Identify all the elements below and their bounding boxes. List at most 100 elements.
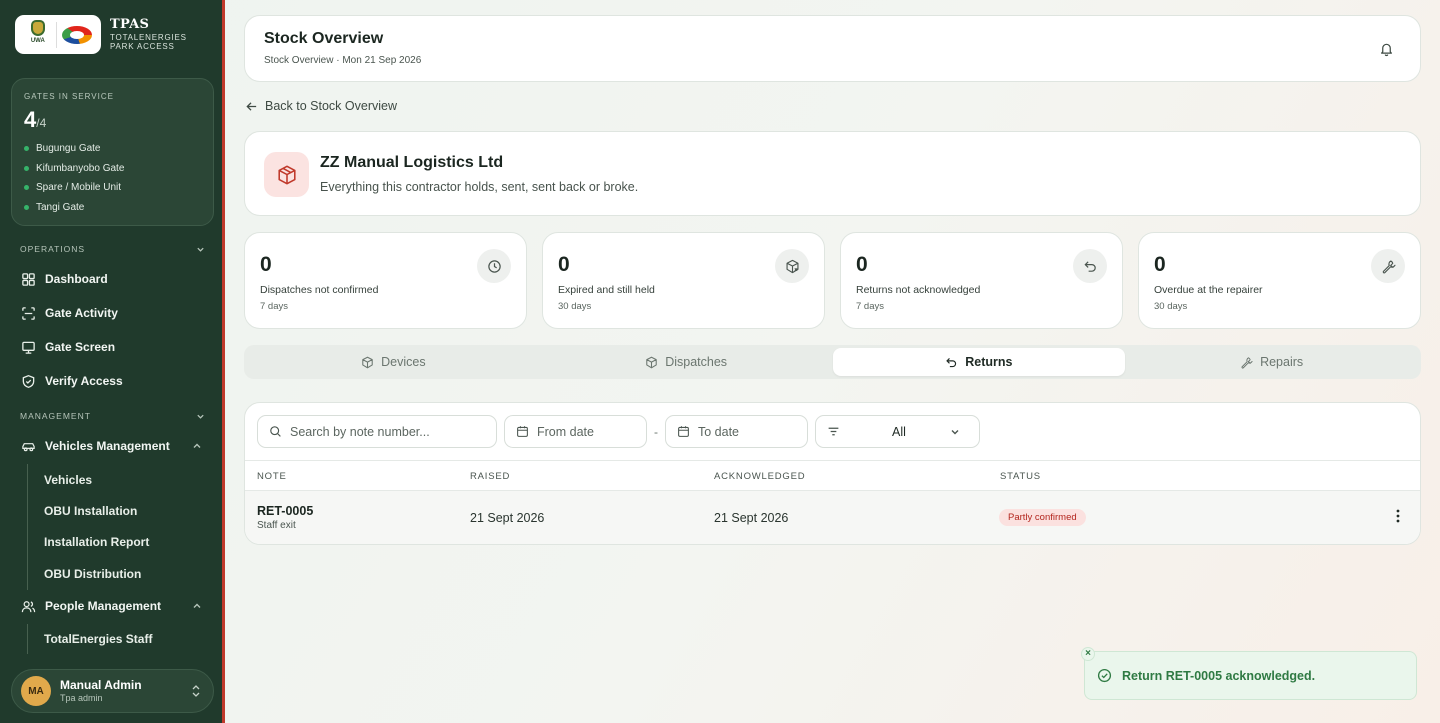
wrench-icon (1371, 249, 1405, 283)
sidebar-item-gate-screen[interactable]: Gate Screen (20, 335, 206, 359)
totalenergies-logo (61, 25, 93, 45)
chevron-down-icon (197, 247, 204, 252)
calendar-icon (678, 426, 689, 437)
contractor-name: ZZ Manual Logistics Ltd (320, 154, 504, 171)
stat-sub: 7 days (260, 301, 288, 312)
monitor-icon (20, 339, 36, 355)
breadcrumb: Stock Overview · Mon 21 Sep 2026 (264, 55, 422, 66)
tab-bar: Devices Dispatches Returns Repairs (244, 345, 1421, 379)
user-name: Manual Admin (60, 678, 142, 693)
column-header-note[interactable]: NOTE (257, 471, 287, 482)
stat-card-overdue-repairer[interactable]: 0 Overdue at the repairer 30 days (1138, 232, 1421, 329)
returns-table-card: Search by note number... From date - To … (244, 402, 1421, 545)
stat-sub: 30 days (558, 301, 592, 312)
section-operations[interactable]: OPERATIONS (20, 244, 205, 254)
gate-item: Kifumbanyobo Gate (24, 159, 201, 179)
contractor-description: Everything this contractor holds, sent, … (320, 180, 639, 194)
from-date-field[interactable]: From date (504, 415, 647, 448)
box-icon (362, 356, 373, 368)
column-header-status[interactable]: STATUS (1000, 471, 1041, 482)
gates-label: GATES IN SERVICE (24, 92, 114, 101)
tab-returns[interactable]: Returns (832, 348, 1126, 376)
stat-sub: 30 days (1154, 301, 1188, 312)
more-vertical-icon (1396, 509, 1400, 523)
sidebar-item-vehicles-management[interactable]: Vehicles Management (20, 434, 206, 458)
chevron-down-icon (197, 414, 204, 419)
gate-item: Tangi Gate (24, 198, 201, 218)
undo-icon (946, 357, 957, 367)
calendar-icon (517, 426, 528, 437)
table-row[interactable]: RET-0005 Staff exit 21 Sept 2026 21 Sept… (245, 491, 1420, 544)
sidebar: UWA TPAS TOTALENERGIES PARK ACCESS GATES… (0, 0, 225, 723)
users-icon (20, 598, 36, 614)
row-actions-button[interactable] (1396, 509, 1400, 528)
section-management[interactable]: MANAGEMENT (20, 411, 205, 421)
chevrons-up-down-icon (192, 685, 200, 697)
toast-message: Return RET-0005 acknowledged. (1122, 668, 1316, 683)
stat-label: Returns not acknowledged (856, 284, 981, 296)
filter-icon (828, 427, 839, 436)
status-filter-select[interactable]: All (815, 415, 980, 448)
toast-notification: × Return RET-0005 acknowledged. (1081, 647, 1417, 700)
brand-logos: UWA (15, 15, 101, 54)
tab-dispatches[interactable]: Dispatches (540, 348, 833, 376)
page-title: Stock Overview (264, 30, 384, 47)
chevron-down-icon (951, 429, 959, 434)
sidebar-subitem-vehicles[interactable]: Vehicles (44, 473, 92, 487)
sidebar-subitem-totalenergies-staff[interactable]: TotalEnergies Staff (44, 632, 152, 646)
status-dot-icon (24, 165, 29, 171)
table-header: NOTE RAISED ACKNOWLEDGED STATUS (245, 460, 1420, 491)
back-link[interactable]: Back to Stock Overview (245, 99, 397, 113)
undo-icon (1073, 249, 1107, 283)
bell-icon[interactable] (1379, 41, 1394, 57)
status-dot-icon (24, 185, 29, 191)
brand[interactable]: UWA TPAS TOTALENERGIES PARK ACCESS (15, 15, 187, 54)
wrench-icon (1241, 356, 1253, 369)
stat-card-returns-not-acknowledged[interactable]: 0 Returns not acknowledged 7 days (840, 232, 1123, 329)
gates-in-service-card: GATES IN SERVICE 4/4 Bugungu Gate Kifumb… (11, 78, 214, 226)
sidebar-item-gate-activity[interactable]: Gate Activity (20, 301, 206, 325)
user-menu[interactable]: MA Manual Admin Tpa admin (11, 669, 214, 713)
app-subtitle: TOTALENERGIES PARK ACCESS (110, 32, 187, 51)
chevron-up-icon (193, 603, 201, 608)
box-icon (646, 356, 657, 368)
gate-item: Bugungu Gate (24, 139, 201, 159)
toast-close-button[interactable]: × (1081, 647, 1095, 661)
note-number[interactable]: RET-0005 (257, 504, 313, 518)
submenu-line (27, 464, 28, 590)
sidebar-item-verify-access[interactable]: Verify Access (20, 369, 206, 393)
tab-devices[interactable]: Devices (247, 348, 540, 376)
sidebar-item-people-management[interactable]: People Management (20, 594, 206, 618)
column-header-acknowledged[interactable]: ACKNOWLEDGED (714, 471, 805, 482)
stat-label: Expired and still held (558, 284, 655, 296)
filter-bar: Search by note number... From date - To … (257, 415, 980, 448)
note-reason: Staff exit (257, 520, 296, 531)
stat-value: 0 (856, 253, 868, 276)
date-range-separator: - (654, 424, 658, 439)
sidebar-subitem-obu-distribution[interactable]: OBU Distribution (44, 567, 141, 581)
chevron-up-icon (193, 443, 201, 448)
search-icon (270, 426, 281, 437)
avatar: MA (21, 676, 51, 706)
acknowledged-date: 21 Sept 2026 (714, 511, 789, 525)
sidebar-subitem-installation-report[interactable]: Installation Report (44, 535, 149, 549)
clock-icon (477, 249, 511, 283)
column-header-raised[interactable]: RAISED (470, 471, 510, 482)
to-date-field[interactable]: To date (665, 415, 808, 448)
grid-icon (20, 271, 36, 287)
search-input[interactable]: Search by note number... (257, 415, 497, 448)
stat-card-dispatches-not-confirmed[interactable]: 0 Dispatches not confirmed 7 days (244, 232, 527, 329)
tab-repairs[interactable]: Repairs (1125, 348, 1418, 376)
stat-value: 0 (260, 253, 272, 276)
stat-label: Overdue at the repairer (1154, 284, 1263, 296)
sidebar-subitem-obu-installation[interactable]: OBU Installation (44, 504, 137, 518)
sidebar-item-dashboard[interactable]: Dashboard (20, 267, 206, 291)
stat-sub: 7 days (856, 301, 884, 312)
contractor-card: ZZ Manual Logistics Ltd Everything this … (244, 131, 1421, 216)
package-x-icon (775, 249, 809, 283)
stat-label: Dispatches not confirmed (260, 284, 379, 296)
stat-card-expired-still-held[interactable]: 0 Expired and still held 30 days (542, 232, 825, 329)
raised-date: 21 Sept 2026 (470, 511, 545, 525)
stat-value: 0 (1154, 253, 1166, 276)
app-title: TPAS (110, 16, 150, 32)
